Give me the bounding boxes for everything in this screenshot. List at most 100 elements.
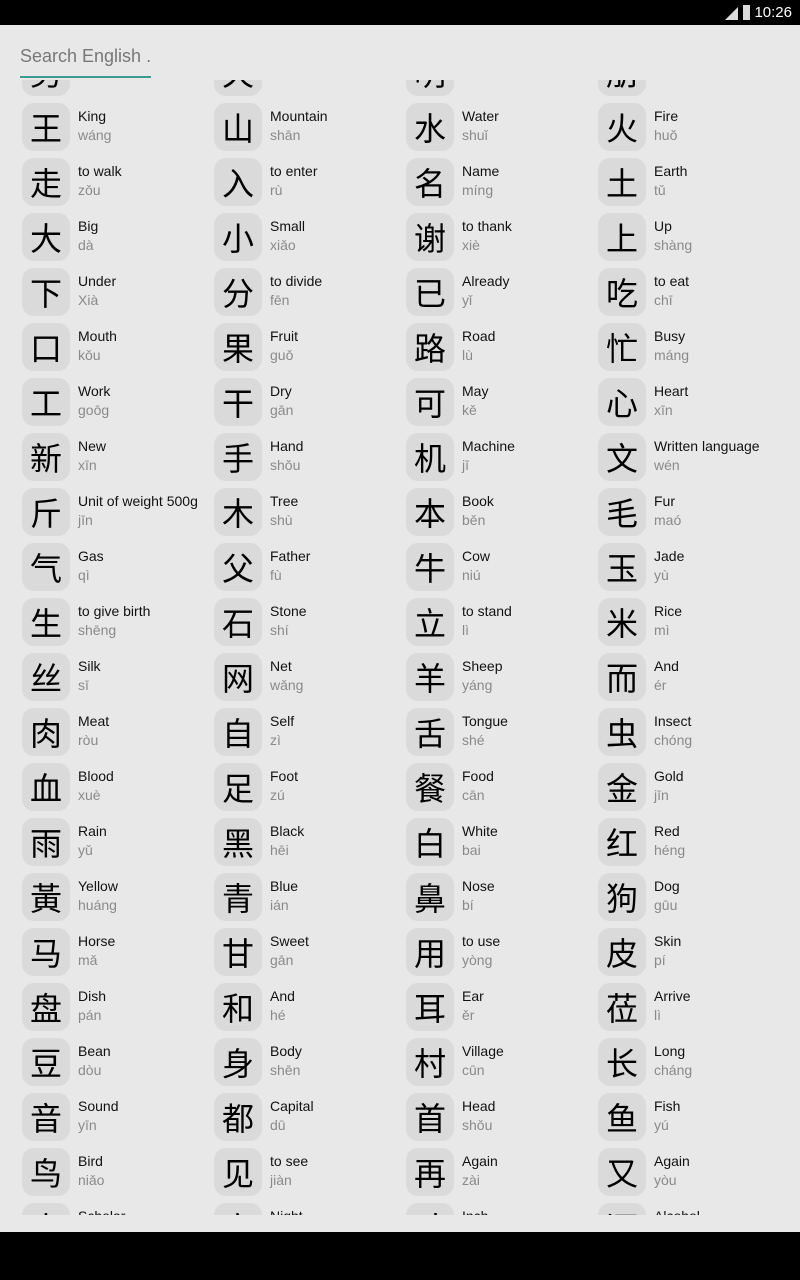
list-item[interactable]: 心 Heart xīn: [598, 378, 790, 433]
list-item[interactable]: 生 to give birth shēng: [22, 598, 214, 653]
list-item[interactable]: 黑 Black hēi: [214, 818, 406, 873]
list-item[interactable]: 果 Fruit guǒ: [214, 323, 406, 378]
list-item[interactable]: 山 Mountain shān: [214, 103, 406, 158]
list-item[interactable]: 名 Name míng: [406, 158, 598, 213]
list-item[interactable]: 机 Machine jī: [406, 433, 598, 488]
list-item[interactable]: 男nan: [22, 80, 214, 103]
character-tile: 谢: [406, 213, 454, 261]
list-item[interactable]: 木 Tree shù: [214, 488, 406, 543]
list-item[interactable]: 立 to stand lì: [406, 598, 598, 653]
list-item[interactable]: 干 Dry gān: [214, 378, 406, 433]
list-item[interactable]: 羊 Sheep yáng: [406, 653, 598, 708]
search-input[interactable]: [20, 46, 151, 67]
list-item[interactable]: 毛 Fur maó: [598, 488, 790, 543]
list-item[interactable]: 村 Village cūn: [406, 1038, 598, 1093]
list-row: 男nan天tian明ming朋peng: [22, 80, 790, 103]
list-item[interactable]: 金 Gold jīn: [598, 763, 790, 818]
list-item[interactable]: 玉 Jade yù: [598, 543, 790, 598]
pinyin-label: tǔ: [654, 182, 666, 198]
english-label: Meat: [78, 713, 110, 729]
list-item[interactable]: 虫 Insect chóng: [598, 708, 790, 763]
list-item[interactable]: 莅 Arrive lì: [598, 983, 790, 1038]
list-item[interactable]: 父 Father fù: [214, 543, 406, 598]
list-item[interactable]: 士 Scholar: [22, 1203, 214, 1215]
list-item[interactable]: 手 Hand shǒu: [214, 433, 406, 488]
list-item[interactable]: 谢 to thank xiè: [406, 213, 598, 268]
list-item[interactable]: 白 White bai: [406, 818, 598, 873]
list-item[interactable]: 天tian: [214, 80, 406, 103]
list-item[interactable]: 王 King wáng: [22, 103, 214, 158]
list-item[interactable]: 牛 Cow niú: [406, 543, 598, 598]
list-item[interactable]: 又 Again yòu: [598, 1148, 790, 1203]
list-item[interactable]: 都 Capital dū: [214, 1093, 406, 1148]
list-item[interactable]: 自 Self zì: [214, 708, 406, 763]
list-item[interactable]: 耳 Ear ěr: [406, 983, 598, 1038]
character-list[interactable]: 男nan天tian明ming朋peng王Kingwáng山Mountainshā…: [0, 80, 800, 1215]
list-item[interactable]: 红 Red héng: [598, 818, 790, 873]
list-item[interactable]: 青 Blue ián: [214, 873, 406, 928]
list-item[interactable]: 分 to divide fēn: [214, 268, 406, 323]
list-item[interactable]: 火 Fire huǒ: [598, 103, 790, 158]
search-field[interactable]: [20, 46, 151, 78]
list-item[interactable]: 再 Again zài: [406, 1148, 598, 1203]
list-item[interactable]: 见 to see jiàn: [214, 1148, 406, 1203]
list-item[interactable]: 路 Road lù: [406, 323, 598, 378]
list-item[interactable]: 黃 Yellow huáng: [22, 873, 214, 928]
list-item[interactable]: 用 to use yòng: [406, 928, 598, 983]
list-item[interactable]: 米 Rice mì: [598, 598, 790, 653]
list-item[interactable]: 音 Sound yīn: [22, 1093, 214, 1148]
list-item[interactable]: 丝 Silk sī: [22, 653, 214, 708]
list-item[interactable]: 血 Blood xuè: [22, 763, 214, 818]
list-item[interactable]: 可 May kě: [406, 378, 598, 433]
list-item[interactable]: 酒 Alcohol: [598, 1203, 790, 1215]
list-item[interactable]: 狗 Dog gūu: [598, 873, 790, 928]
list-item[interactable]: 明ming: [406, 80, 598, 103]
english-label: Small: [270, 218, 306, 234]
list-item[interactable]: 大 Big dà: [22, 213, 214, 268]
english-label: Sheep: [462, 658, 503, 674]
list-item[interactable]: 口 Mouth kǒu: [22, 323, 214, 378]
list-item[interactable]: 马 Horse mǎ: [22, 928, 214, 983]
pinyin-label: qì: [78, 567, 90, 583]
list-item[interactable]: 舌 Tongue shé: [406, 708, 598, 763]
list-item[interactable]: 忙 Busy máng: [598, 323, 790, 378]
list-item[interactable]: 气 Gas qì: [22, 543, 214, 598]
list-item[interactable]: 走 to walk zǒu: [22, 158, 214, 213]
list-item[interactable]: 和 And hé: [214, 983, 406, 1038]
list-item[interactable]: 已 Already yǐ: [406, 268, 598, 323]
list-item[interactable]: 上 Up shàng: [598, 213, 790, 268]
list-item[interactable]: 本 Book běn: [406, 488, 598, 543]
list-item[interactable]: 豆 Bean dòu: [22, 1038, 214, 1093]
list-item[interactable]: 入 to enter rù: [214, 158, 406, 213]
list-item[interactable]: 网 Net wǎng: [214, 653, 406, 708]
list-item[interactable]: 鱼 Fish yú: [598, 1093, 790, 1148]
list-item[interactable]: 首 Head shǒu: [406, 1093, 598, 1148]
list-item[interactable]: 石 Stone shí: [214, 598, 406, 653]
list-item[interactable]: 斤 Unit of weight 500g jīn: [22, 488, 214, 543]
list-item[interactable]: 寸 Inch: [406, 1203, 598, 1215]
list-item[interactable]: 皮 Skin pí: [598, 928, 790, 983]
list-item[interactable]: 小 Small xiǎo: [214, 213, 406, 268]
list-item[interactable]: 朋peng: [598, 80, 790, 103]
list-item[interactable]: 肉 Meat ròu: [22, 708, 214, 763]
list-item[interactable]: 盘 Dish pán: [22, 983, 214, 1038]
list-item[interactable]: 文 Written language wén: [598, 433, 790, 488]
list-item[interactable]: 身 Body shēn: [214, 1038, 406, 1093]
list-item[interactable]: 鼻 Nose bí: [406, 873, 598, 928]
list-item[interactable]: 餐 Food cān: [406, 763, 598, 818]
list-item[interactable]: 水 Water shuǐ: [406, 103, 598, 158]
list-item[interactable]: 鸟 Bird niǎo: [22, 1148, 214, 1203]
list-item[interactable]: 土 Earth tǔ: [598, 158, 790, 213]
list-item[interactable]: 夜 Night: [214, 1203, 406, 1215]
list-item[interactable]: 下 Under Xià: [22, 268, 214, 323]
list-item[interactable]: 而 And ér: [598, 653, 790, 708]
english-label: Tree: [270, 493, 299, 509]
list-item[interactable]: 工 Work goōg: [22, 378, 214, 433]
list-item[interactable]: 雨 Rain yǔ: [22, 818, 214, 873]
english-label: And: [270, 988, 295, 1004]
list-item[interactable]: 吃 to eat chī: [598, 268, 790, 323]
list-item[interactable]: 长 Long cháng: [598, 1038, 790, 1093]
list-item[interactable]: 甘 Sweet gān: [214, 928, 406, 983]
list-item[interactable]: 新 New xīn: [22, 433, 214, 488]
list-item[interactable]: 足 Foot zú: [214, 763, 406, 818]
